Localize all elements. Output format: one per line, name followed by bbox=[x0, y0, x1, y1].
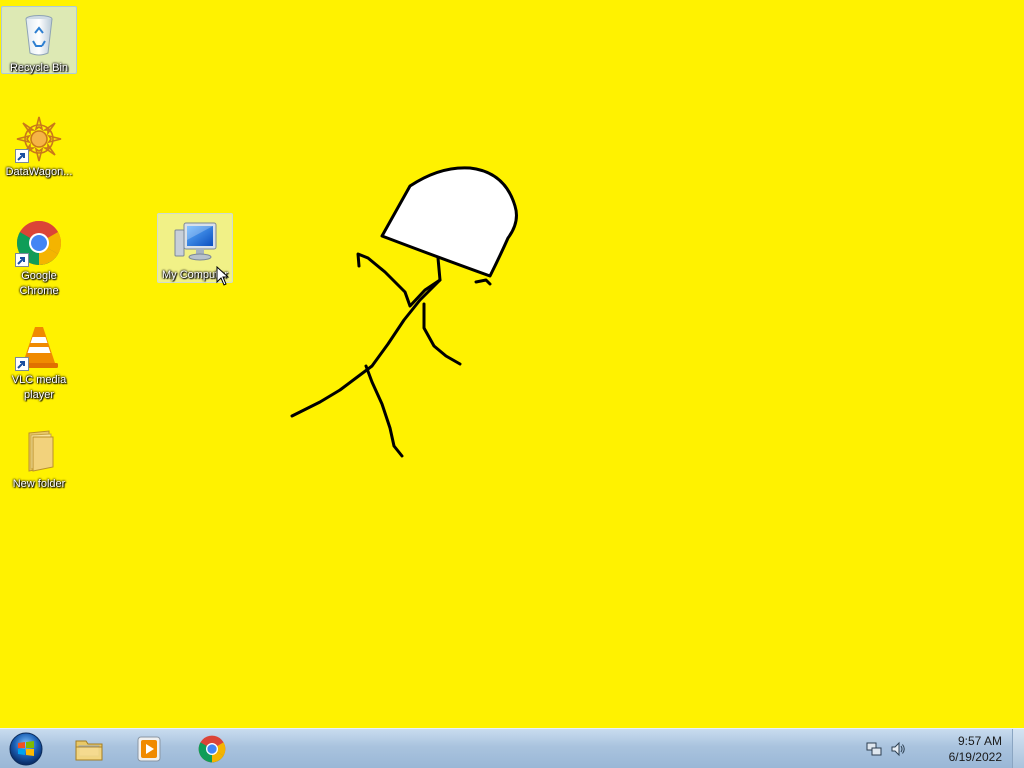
my-computer-desktop-icon[interactable]: My Computer bbox=[157, 213, 233, 283]
clock[interactable]: 9:57 AM 6/19/2022 bbox=[922, 733, 1002, 765]
new-folder-label: New folder bbox=[12, 478, 66, 490]
windows-start-icon bbox=[9, 732, 43, 766]
shortcut-arrow-icon bbox=[15, 357, 29, 371]
chrome-icon bbox=[198, 735, 226, 762]
start-button[interactable] bbox=[6, 731, 46, 767]
taskbar: 9:57 AM 6/19/2022 bbox=[0, 728, 1024, 768]
vlc-media-player-label: VLC media player bbox=[11, 374, 67, 401]
clock-date: 6/19/2022 bbox=[948, 750, 1002, 764]
explorer-icon bbox=[75, 740, 103, 760]
system-tray: 9:57 AM 6/19/2022 bbox=[834, 729, 1024, 768]
google-chrome-desktop-icon[interactable]: Google Chrome bbox=[1, 214, 77, 300]
stick-figure-drawing bbox=[290, 166, 518, 458]
taskbar-chrome-button[interactable] bbox=[185, 731, 239, 766]
recycle-bin-label: Recycle Bin bbox=[9, 62, 69, 74]
recycle-bin-icon bbox=[15, 11, 63, 59]
chrome-icon bbox=[15, 219, 63, 267]
volume-icon[interactable] bbox=[890, 741, 906, 757]
vlc-icon bbox=[15, 323, 63, 371]
vlc-media-player-desktop-icon[interactable]: VLC media player bbox=[1, 318, 77, 404]
clock-time: 9:57 AM bbox=[957, 734, 1002, 748]
show-desktop-button[interactable] bbox=[1012, 729, 1024, 768]
computer-icon bbox=[171, 218, 219, 266]
datawagon-desktop-icon[interactable]: DataWagon... bbox=[1, 110, 77, 180]
recycle-bin-desktop-icon[interactable]: Recycle Bin bbox=[1, 6, 77, 74]
folder-icon bbox=[15, 427, 63, 475]
new-folder-desktop-icon[interactable]: New folder bbox=[1, 422, 77, 492]
datawagon-icon bbox=[15, 115, 63, 163]
taskbar-explorer-button[interactable] bbox=[62, 731, 116, 766]
desktop[interactable]: Recycle Bin DataWagon... Google Chrome V… bbox=[0, 0, 1024, 728]
media-player-icon bbox=[137, 736, 161, 761]
taskbar-media-player-button[interactable] bbox=[122, 731, 176, 766]
my-computer-label: My Computer bbox=[161, 269, 229, 281]
datawagon-label: DataWagon... bbox=[5, 166, 73, 178]
shortcut-arrow-icon bbox=[15, 253, 29, 267]
network-icon[interactable] bbox=[866, 741, 882, 757]
google-chrome-label: Google Chrome bbox=[19, 270, 59, 297]
shortcut-arrow-icon bbox=[15, 149, 29, 163]
